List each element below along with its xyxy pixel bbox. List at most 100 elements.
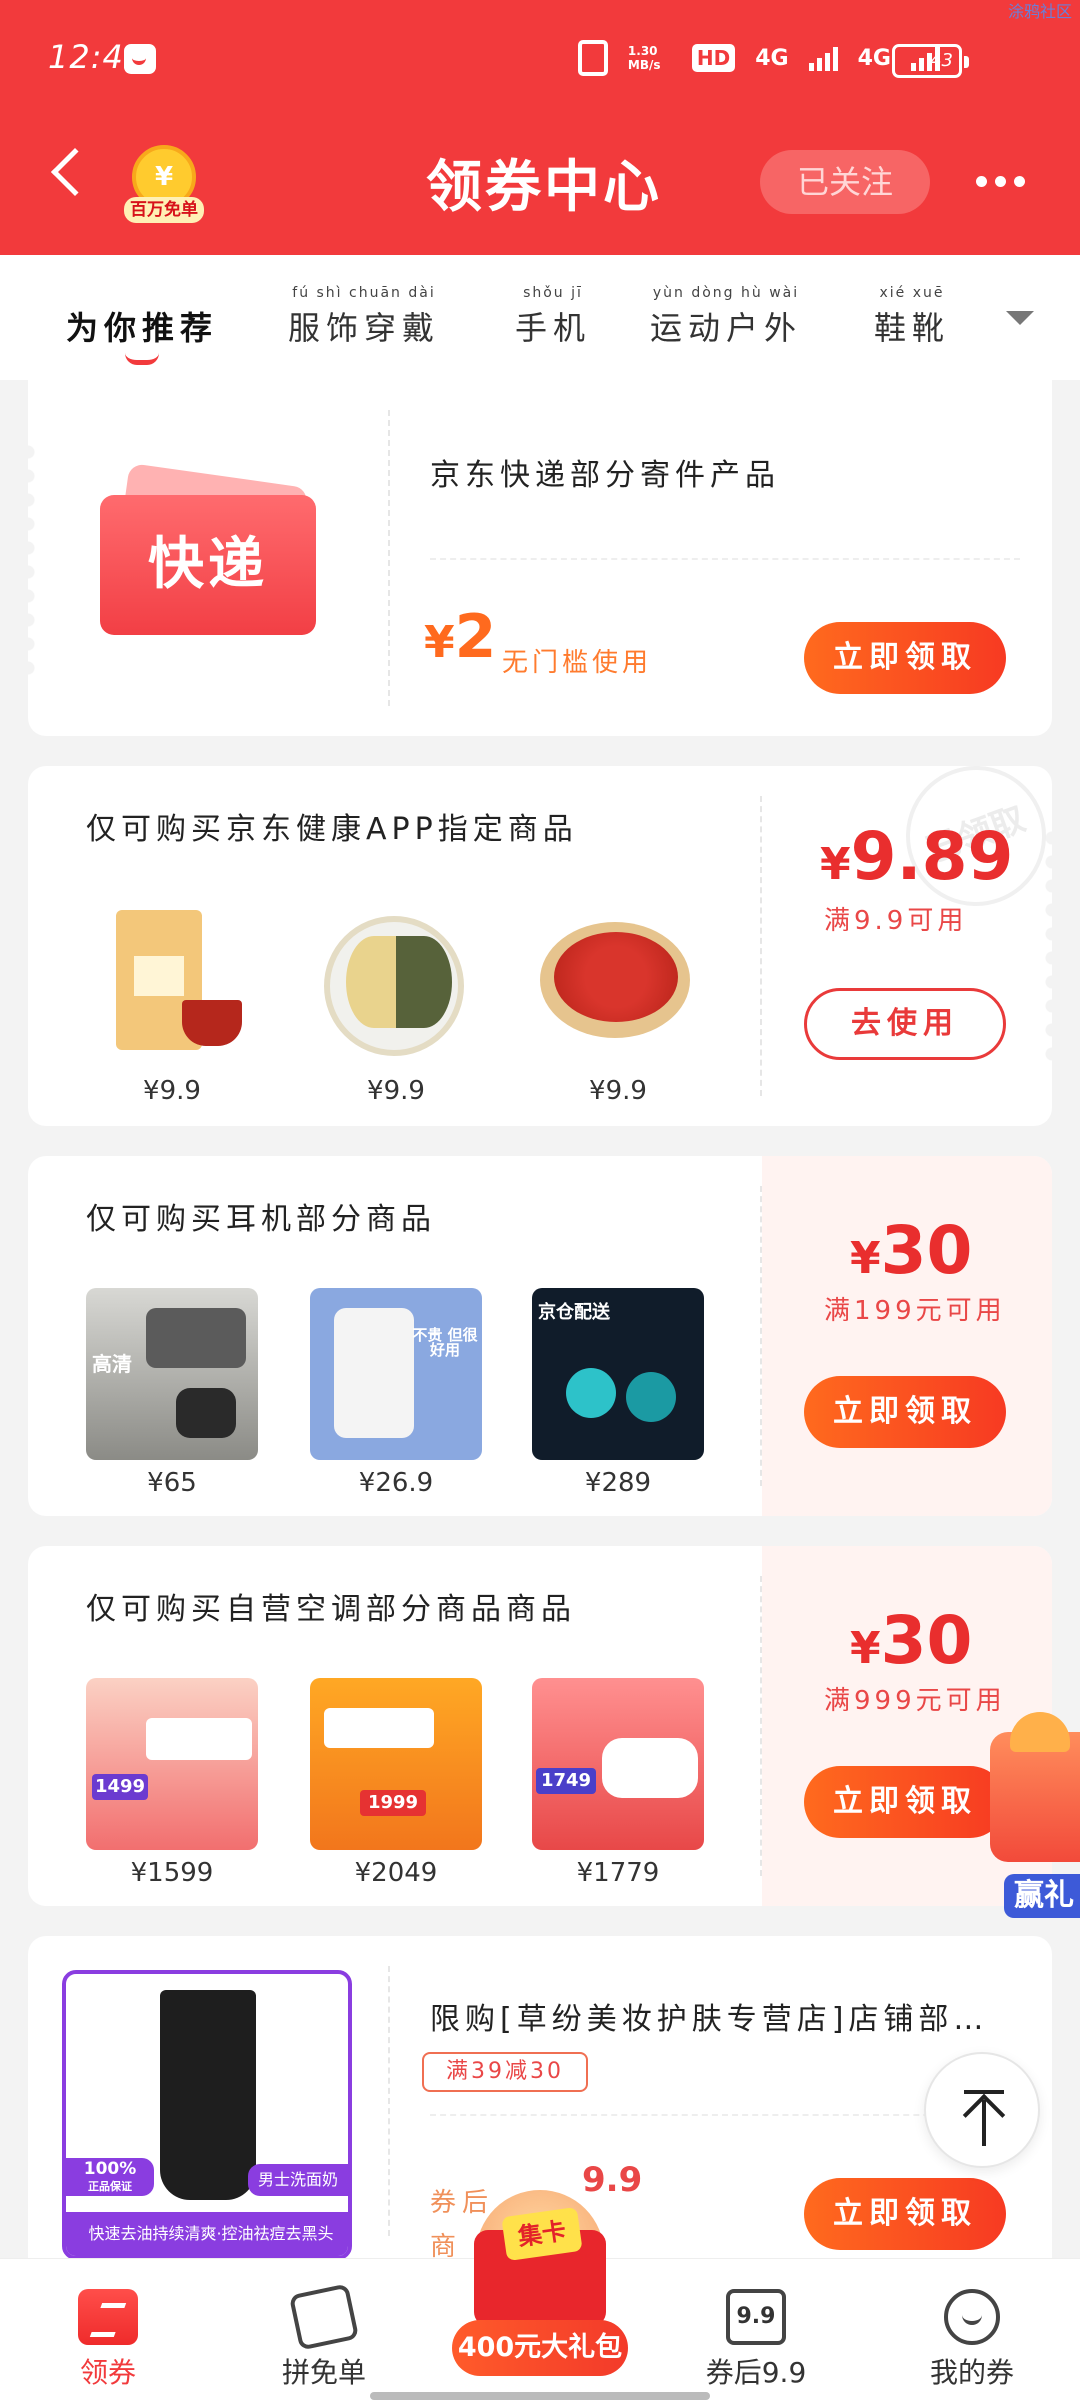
card-divider <box>760 1576 762 1876</box>
home-indicator[interactable] <box>370 2392 710 2400</box>
nav-item-my-coupons[interactable]: 我的券 <box>892 2259 1052 2408</box>
product-item[interactable]: 京仓配送 ¥289 <box>532 1288 704 1498</box>
product-price: ¥9.9 <box>367 1076 425 1106</box>
coupon-condition: 满199元可用 <box>824 1296 1006 1326</box>
floating-prize-icon[interactable]: 赢礼 <box>982 1712 1080 1924</box>
tab-label: 鞋靴 <box>874 309 951 347</box>
category-tabs: 为你推荐 fú shì chuān dài 服饰穿戴 shǒu jī 手机 yù… <box>0 255 1080 380</box>
nav-item-after-coupon-99[interactable]: 9.9 券后9.9 <box>676 2259 836 2408</box>
card-edge <box>28 440 42 676</box>
product-item[interactable]: 不贵 但很好用 ¥26.9 <box>310 1288 482 1498</box>
tab-label: 手机 <box>515 309 592 347</box>
tab-pinyin: fú shì chuān dài <box>292 285 436 301</box>
product-price: ¥289 <box>584 1468 652 1498</box>
coupon-title: 仅可购买耳机部分商品 <box>86 1202 436 1237</box>
signal-label-1: 4G <box>755 45 789 71</box>
threshold-tag: 满39减30 <box>422 2052 588 2092</box>
wired-earphones-image: 不贵 但很好用 <box>310 1288 482 1460</box>
tab-pinyin: xié xuē <box>879 285 945 301</box>
earbuds-image: 高清 <box>86 1288 258 1460</box>
product-item[interactable]: 1999 ¥2049 <box>310 1678 482 1888</box>
product-item[interactable]: ¥9.9 <box>86 896 258 1106</box>
coupon-card-earphones: 仅可购买耳机部分商品 高清 ¥65 不贵 但很好用 ¥26.9 京仓配送 ¥28… <box>28 1156 1052 1516</box>
free-order-badge[interactable]: ¥ 百万免单 <box>124 145 204 225</box>
header: 12:42 1.30 MB/s HD 4G 4G 43 涂鸦社区 ¥ 百万免单 … <box>0 0 1080 255</box>
ticket-label: 快递 <box>100 495 316 635</box>
coupon-title: 仅可购买自营空调部分商品商品 <box>86 1592 576 1627</box>
card-divider <box>388 1966 390 2236</box>
claim-button[interactable]: 立即领取 <box>804 1376 1006 1448</box>
coupon-title: 仅可购买京东健康APP指定商品 <box>86 812 578 847</box>
coupon-amount: ¥9.89 <box>820 818 1014 895</box>
signal-bars-icon <box>808 45 838 71</box>
wallet-icon <box>288 2283 360 2351</box>
gift-bundle-button[interactable]: 集卡 400元大礼包 <box>452 2190 628 2400</box>
product-image[interactable]: 100% 正品保证 男士洗面奶 快速去油持续清爽·控油祛痘去黑头 <box>62 1970 352 2260</box>
coupon-icon <box>78 2289 138 2345</box>
follow-button[interactable]: 已关注 <box>760 150 930 214</box>
product-price: ¥1599 <box>130 1858 214 1888</box>
arrow-up-icon <box>962 2093 1006 2137</box>
authentic-badge: 100% 正品保证 <box>66 2158 154 2196</box>
product-item[interactable]: ¥9.9 <box>532 896 704 1106</box>
coupon-condition: 满999元可用 <box>824 1686 1006 1716</box>
back-arrow-icon[interactable] <box>50 147 100 197</box>
product-price: ¥26.9 <box>358 1468 434 1498</box>
status-indicators: 1.30 MB/s HD 4G 4G <box>577 40 940 76</box>
coupon-condition: 无门槛使用 <box>502 648 653 678</box>
message-app-icon <box>124 44 156 74</box>
coupon-card-express: 快递 京东快递部分寄件产品 ¥2 无门槛使用 立即领取 <box>28 380 1052 736</box>
express-ticket-icon: 快递 <box>100 463 320 635</box>
tab-shoes[interactable]: xié xuē 鞋靴 <box>874 285 950 365</box>
nav-item-coupons[interactable]: 领券 <box>28 2259 188 2408</box>
product-tag: 1499 <box>92 1774 148 1800</box>
product-tag: 高清 <box>92 1352 132 1376</box>
air-conditioner-image: 1749 <box>532 1678 704 1850</box>
tab-pinyin <box>66 285 218 303</box>
air-conditioner-image: 1499 <box>86 1678 258 1850</box>
tab-apparel[interactable]: fú shì chuān dài 服饰穿戴 <box>288 285 440 365</box>
chevron-down-icon[interactable] <box>952 255 1080 380</box>
claim-button[interactable]: 立即领取 <box>804 1766 1006 1838</box>
product-item[interactable]: ¥9.9 <box>310 896 482 1106</box>
prize-label: 赢礼 <box>1004 1874 1080 1918</box>
use-button[interactable]: 去使用 <box>804 988 1006 1060</box>
coupon-amount: ¥2 <box>424 602 497 672</box>
nav-label: 拼免单 <box>281 2356 366 2389</box>
product-caption: 快速去油持续清爽·控油祛痘去黑头 <box>66 2212 348 2256</box>
tab-sports[interactable]: yùn dòng hù wài 运动户外 <box>650 285 802 365</box>
tab-label: 运动户外 <box>650 309 803 347</box>
watermark: 涂鸦社区 <box>1007 2 1072 21</box>
nav-label: 券后9.9 <box>705 2356 807 2389</box>
back-to-top-button[interactable] <box>924 2052 1040 2168</box>
claim-button[interactable]: 立即领取 <box>804 622 1006 694</box>
product-price: ¥9.9 <box>589 1076 647 1106</box>
card-divider <box>388 410 390 706</box>
tab-pinyin: yùn dòng hù wài <box>652 285 800 301</box>
tab-phones[interactable]: shǒu jī 手机 <box>515 285 591 365</box>
tab-label: 服饰穿戴 <box>288 309 441 347</box>
product-tag: 1749 <box>536 1768 596 1794</box>
tab-recommended[interactable]: 为你推荐 <box>66 285 218 365</box>
herbal-tea-image <box>310 896 482 1068</box>
badge-label: 百万免单 <box>124 197 204 223</box>
product-item[interactable]: 1499 ¥1599 <box>86 1678 258 1888</box>
hd-badge: HD <box>691 44 736 72</box>
more-icon[interactable] <box>976 176 1025 187</box>
coupon-title: 限购[草纷美妆护肤专营店]店铺部… <box>430 2002 989 2037</box>
tab-pinyin: shǒu jī <box>523 285 583 301</box>
card-divider <box>760 1186 762 1486</box>
coupon-condition: 满9.9可用 <box>824 906 968 936</box>
product-item[interactable]: 高清 ¥65 <box>86 1288 258 1498</box>
product-item[interactable]: 1749 ¥1779 <box>532 1678 704 1888</box>
coupon-card-health: 仅可购买京东健康APP指定商品 ¥9.9 ¥9.9 ¥9.9 已领取 ¥9.89… <box>28 766 1052 1126</box>
status-bar: 12:42 1.30 MB/s HD 4G 4G 43 涂鸦社区 <box>0 0 1080 120</box>
coupon-card-air-conditioner: 仅可购买自营空调部分商品商品 1499 ¥1599 1999 ¥2049 174… <box>28 1546 1052 1906</box>
net-speed: 1.30 MB/s <box>627 44 661 72</box>
nav-item-group-free[interactable]: 拼免单 <box>244 2259 404 2408</box>
nav-label: 我的券 <box>929 2356 1014 2389</box>
gift-bundle-label: 400元大礼包 <box>452 2320 628 2376</box>
claim-button[interactable]: 立即领取 <box>804 2178 1006 2250</box>
title-divider <box>430 558 1020 560</box>
product-price: ¥2049 <box>354 1858 438 1888</box>
